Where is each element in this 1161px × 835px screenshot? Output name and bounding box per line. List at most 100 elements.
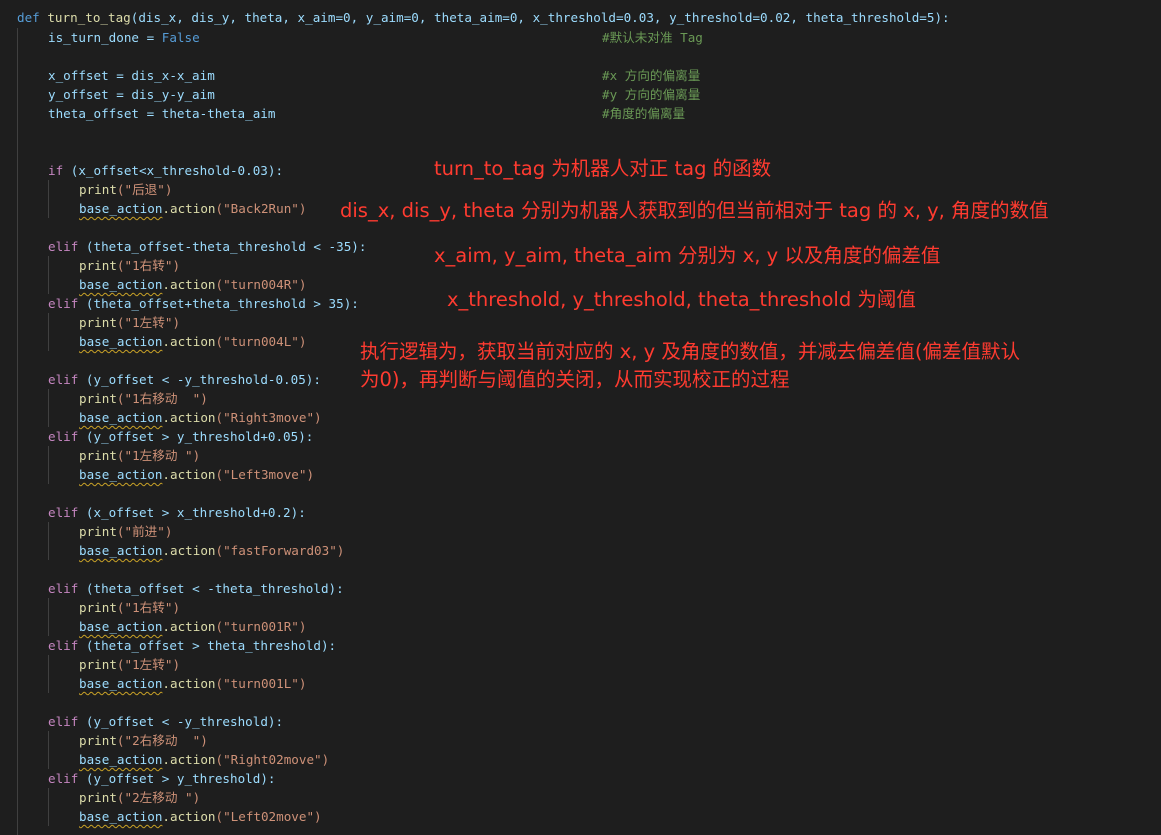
print-call: print <box>79 182 117 197</box>
code-line-x-offset[interactable]: x_offset = dis_x-x_aim <box>48 66 215 85</box>
code-line-print[interactable]: print("1左转") <box>79 655 180 674</box>
action-call: .action <box>162 467 216 482</box>
function-params: (dis_x, dis_y, theta, x_aim=0, y_aim=0, … <box>130 10 950 25</box>
code-comment: #y 方向的偏离量 <box>602 87 701 102</box>
code-line-print[interactable]: print("2右移动 ") <box>79 731 208 750</box>
indent-guide <box>48 788 49 826</box>
print-arg: ("后退") <box>116 182 173 197</box>
print-arg: ("前进") <box>116 524 173 539</box>
print-call: print <box>79 733 117 748</box>
code-line-elif[interactable]: elif (y_offset > y_threshold+0.05): <box>48 427 313 446</box>
indent-guide <box>48 522 49 560</box>
code-line-elif[interactable]: elif (theta_offset > theta_threshold): <box>48 636 336 655</box>
base-action-ref: base_action <box>79 201 163 216</box>
condition: (y_offset > y_threshold+0.05): <box>78 429 314 444</box>
function-name: turn_to_tag <box>47 10 131 25</box>
action-arg: ("turn001R") <box>215 619 307 634</box>
base-action-ref: base_action <box>79 334 163 349</box>
print-arg: ("1左移动 ") <box>116 448 201 463</box>
action-call: .action <box>162 619 216 634</box>
code-line-theta-offset[interactable]: theta_offset = theta-theta_aim <box>48 104 275 123</box>
print-arg: ("1左转") <box>116 657 181 672</box>
action-arg: ("Right3move") <box>215 410 322 425</box>
code-comment: #角度的偏离量 <box>602 106 686 121</box>
elif-keyword: elif <box>48 714 79 729</box>
indent-guide <box>48 655 49 693</box>
def-keyword: def <box>17 10 40 25</box>
indent-guide <box>48 313 49 351</box>
code-line-action[interactable]: base_action.action("turn004L") <box>79 332 306 351</box>
action-call: .action <box>162 334 216 349</box>
code-line-print[interactable]: print("2左移动 ") <box>79 788 200 807</box>
condition: (y_offset > y_threshold): <box>78 771 276 786</box>
print-call: print <box>79 790 117 805</box>
action-arg: ("Right02move") <box>215 752 330 767</box>
elif-keyword: elif <box>48 372 79 387</box>
annotation-logic-line1: 执行逻辑为，获取当前对应的 x, y 及角度的数值，并减去偏差值(偏差值默认 <box>360 340 1020 363</box>
code-line-print[interactable]: print("前进") <box>79 522 172 541</box>
action-call: .action <box>162 201 216 216</box>
code-line-action[interactable]: base_action.action("Back2Run") <box>79 199 306 218</box>
code-line-y-offset[interactable]: y_offset = dis_y-y_aim <box>48 85 215 104</box>
action-call: .action <box>162 752 216 767</box>
base-action-ref: base_action <box>79 619 163 634</box>
annotation-logic-line2: 为0)，再判断与阈值的关闭，从而实现校正的过程 <box>360 368 790 391</box>
elif-keyword: elif <box>48 638 79 653</box>
condition: (x_offset > x_threshold+0.2): <box>78 505 306 520</box>
condition: (x_offset<x_threshold-0.03): <box>63 163 284 178</box>
elif-keyword: elif <box>48 296 79 311</box>
action-arg: ("Left02move") <box>215 809 322 824</box>
code-editor[interactable]: def turn_to_tag(dis_x, dis_y, theta, x_a… <box>0 0 1161 835</box>
base-action-ref: base_action <box>79 277 163 292</box>
indent-guide <box>48 598 49 636</box>
code-line-elif[interactable]: elif (y_offset < -y_threshold-0.05): <box>48 370 321 389</box>
code-line-print[interactable]: print("1右转") <box>79 256 180 275</box>
code-line-print[interactable]: print("1左移动 ") <box>79 446 200 465</box>
action-call: .action <box>162 676 216 691</box>
code-line-action[interactable]: base_action.action("Left3move") <box>79 465 314 484</box>
code-line-def[interactable]: def turn_to_tag(dis_x, dis_y, theta, x_a… <box>17 8 950 27</box>
action-arg: ("fastForward03") <box>215 543 345 558</box>
code-line-action[interactable]: base_action.action("fastForward03") <box>79 541 344 560</box>
code-line-print[interactable]: print("1右转") <box>79 598 180 617</box>
indent-guide <box>48 446 49 484</box>
base-action-ref: base_action <box>79 543 163 558</box>
base-action-ref: base_action <box>79 809 163 824</box>
code-line-elif[interactable]: elif (theta_offset-theta_threshold < -35… <box>48 237 366 256</box>
base-action-ref: base_action <box>79 676 163 691</box>
code-line-action[interactable]: base_action.action("turn001R") <box>79 617 306 636</box>
code-line-elif[interactable]: elif (theta_offset < -theta_threshold): <box>48 579 344 598</box>
code-line-action[interactable]: base_action.action("turn001L") <box>79 674 306 693</box>
condition: (theta_offset > theta_threshold): <box>78 638 337 653</box>
action-call: .action <box>162 410 216 425</box>
print-call: print <box>79 315 117 330</box>
action-arg: ("turn004R") <box>215 277 307 292</box>
action-call: .action <box>162 277 216 292</box>
annotation-function-purpose: turn_to_tag 为机器人对正 tag 的函数 <box>434 157 772 180</box>
code-line-action[interactable]: base_action.action("Right02move") <box>79 750 329 769</box>
base-action-ref: base_action <box>79 410 163 425</box>
condition: (theta_offset-theta_threshold < -35): <box>78 239 367 254</box>
code-comment: #默认未对准 Tag <box>602 30 703 45</box>
code-line-elif[interactable]: elif (y_offset < -y_threshold): <box>48 712 283 731</box>
indent-guide <box>17 28 18 835</box>
code-line-elif[interactable]: elif (x_offset > x_threshold+0.2): <box>48 503 306 522</box>
indent-guide <box>48 256 49 294</box>
elif-keyword: elif <box>48 581 79 596</box>
code-line-print[interactable]: print("后退") <box>79 180 172 199</box>
code-line-action[interactable]: base_action.action("turn004R") <box>79 275 306 294</box>
print-call: print <box>79 524 117 539</box>
assignment-code: is_turn_done = <box>48 30 162 45</box>
print-call: print <box>79 448 117 463</box>
code-line-action[interactable]: base_action.action("Left02move") <box>79 807 322 826</box>
condition: (y_offset < -y_threshold): <box>78 714 284 729</box>
print-call: print <box>79 657 117 672</box>
code-line-if[interactable]: if (x_offset<x_threshold-0.03): <box>48 161 283 180</box>
code-line-print[interactable]: print("1右移动 ") <box>79 389 208 408</box>
code-line-action[interactable]: base_action.action("Right3move") <box>79 408 322 427</box>
code-line-is-turn-done[interactable]: is_turn_done = False <box>48 28 200 47</box>
code-line-print[interactable]: print("1左转") <box>79 313 180 332</box>
elif-keyword: elif <box>48 429 79 444</box>
code-line-elif[interactable]: elif (y_offset > y_threshold): <box>48 769 275 788</box>
code-line-elif[interactable]: elif (theta_offset+theta_threshold > 35)… <box>48 294 359 313</box>
